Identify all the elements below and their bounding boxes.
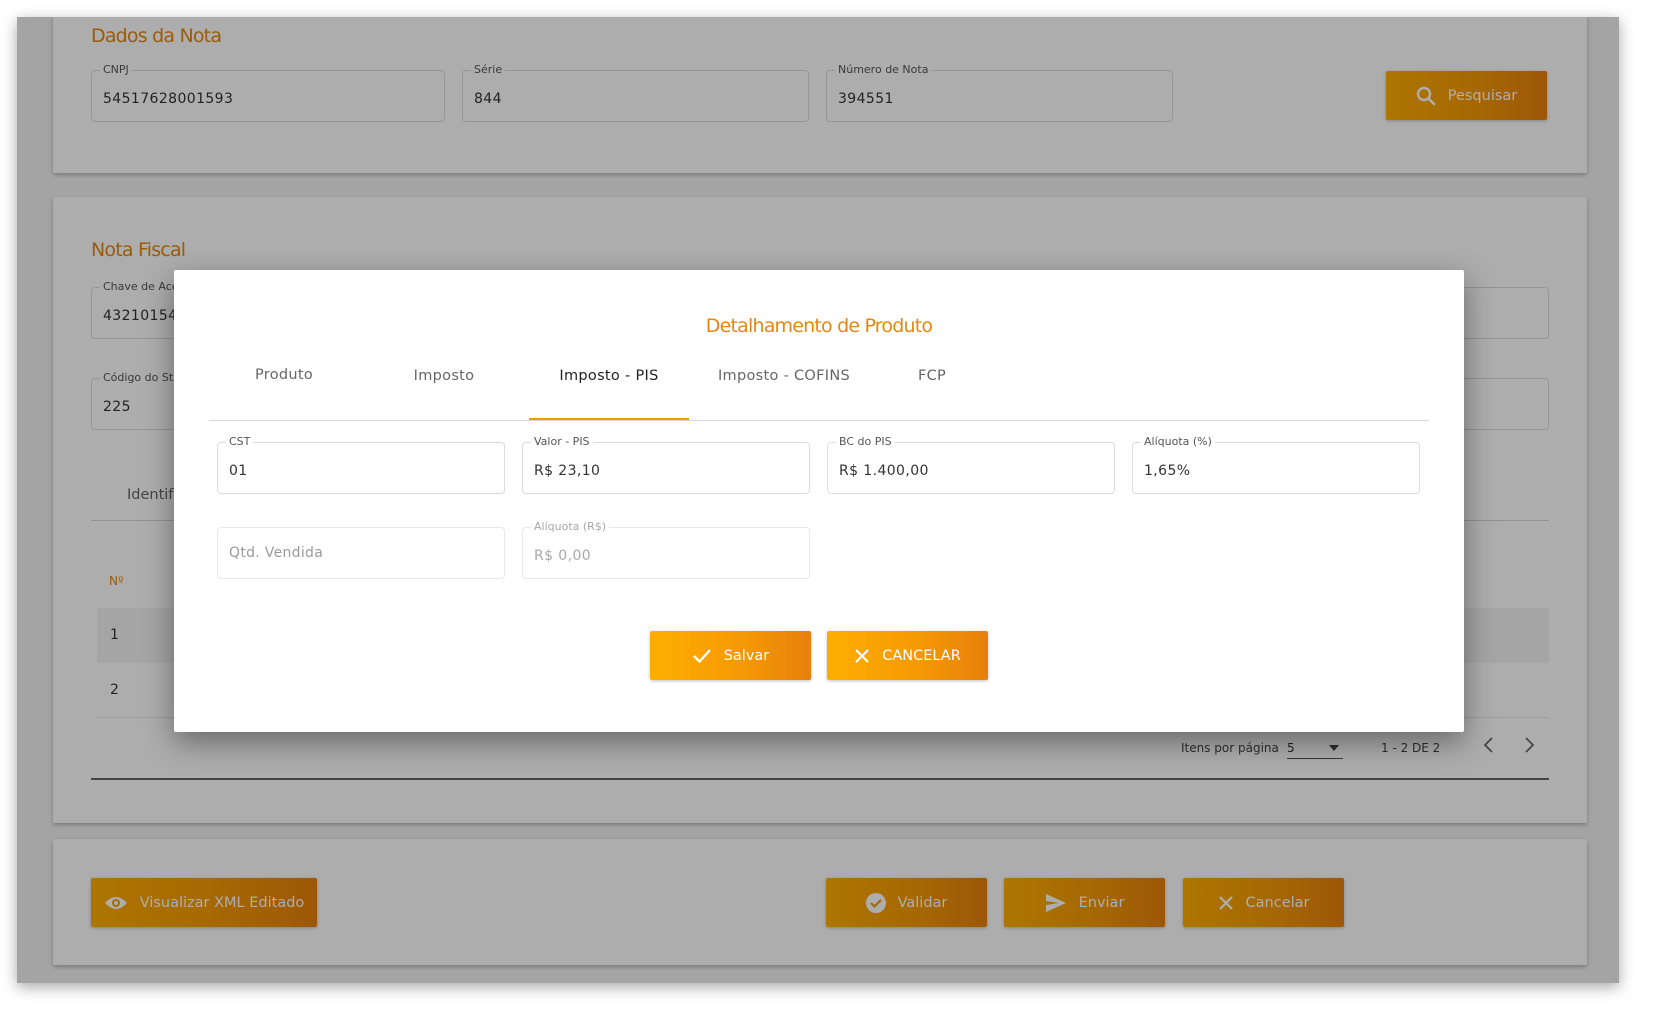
tab-fcp[interactable]: FCP: [857, 368, 1007, 384]
app-frame: Dados da Nota CNPJ 54517628001593 Série …: [17, 17, 1619, 983]
bc-pis-label: BC do PIS: [836, 435, 895, 448]
cst-value: 01: [229, 463, 248, 479]
tab-imposto[interactable]: Imposto: [369, 368, 519, 384]
aliquota-pct-value: 1,65%: [1144, 463, 1191, 479]
tab-produto[interactable]: Produto: [209, 367, 359, 383]
aliquota-rs-label: Alíquota (R$): [531, 520, 610, 533]
aliquota-pct-label: Alíquota (%): [1141, 435, 1215, 448]
check-icon: [692, 648, 711, 663]
tabs-divider: [209, 420, 1429, 421]
product-detail-modal: Detalhamento de Produto Produto Imposto …: [174, 270, 1464, 732]
modal-cancel-button[interactable]: CANCELAR: [827, 631, 988, 680]
bc-pis-field[interactable]: BC do PIS R$ 1.400,00: [827, 435, 1115, 494]
modal-title: Detalhamento de Produto: [705, 315, 933, 337]
cst-field[interactable]: CST 01: [217, 435, 505, 494]
qtd-vendida-field[interactable]: Qtd. Vendida: [217, 527, 505, 579]
active-tab-indicator: [529, 418, 689, 420]
cst-label: CST: [226, 435, 254, 448]
tab-imposto-pis[interactable]: Imposto - PIS: [529, 368, 689, 384]
valor-pis-label: Valor - PIS: [531, 435, 593, 448]
valor-pis-value: R$ 23,10: [534, 463, 601, 479]
save-label: Salvar: [723, 647, 770, 664]
aliquota-rs-field: Alíquota (R$) R$ 0,00: [522, 520, 810, 579]
qtd-vendida-placeholder: Qtd. Vendida: [229, 545, 324, 561]
close-icon: [855, 648, 869, 663]
modal-cancel-label: CANCELAR: [882, 647, 961, 664]
tab-imposto-cofins[interactable]: Imposto - COFINS: [694, 368, 874, 384]
aliquota-pct-field[interactable]: Alíquota (%) 1,65%: [1132, 435, 1420, 494]
aliquota-rs-value: R$ 0,00: [534, 548, 592, 564]
bc-pis-value: R$ 1.400,00: [839, 463, 929, 479]
valor-pis-field[interactable]: Valor - PIS R$ 23,10: [522, 435, 810, 494]
save-button[interactable]: Salvar: [650, 631, 811, 680]
